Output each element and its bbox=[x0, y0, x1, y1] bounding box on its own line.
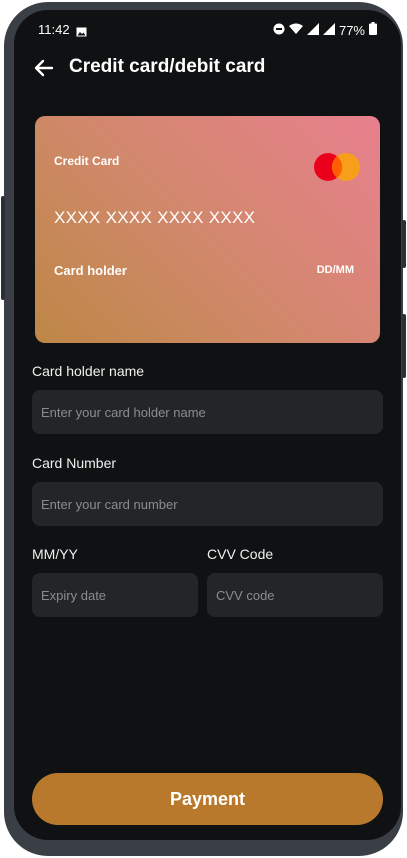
battery-icon bbox=[369, 22, 377, 38]
photo-icon bbox=[76, 24, 87, 42]
page-title: Credit card/debit card bbox=[69, 56, 266, 77]
wifi-icon bbox=[288, 23, 303, 38]
card-holder-name-label: Card holder name bbox=[32, 363, 145, 379]
phone-frame: 11:42 77% Credit card/debit card Credit … bbox=[1, 2, 406, 856]
app-screen: 11:42 77% Credit card/debit card Credit … bbox=[14, 10, 401, 840]
expiry-date-input[interactable] bbox=[32, 573, 198, 617]
card-preview: Credit Card XXXX XXXX XXXX XXXX Card hol… bbox=[35, 116, 380, 343]
card-number-display: XXXX XXXX XXXX XXXX bbox=[54, 208, 256, 227]
battery-level: 77% bbox=[338, 22, 365, 38]
card-holder-display: Card holder bbox=[54, 263, 127, 278]
card-number-input[interactable] bbox=[32, 482, 383, 526]
phone-side-button bbox=[402, 314, 406, 378]
cvv-code-input[interactable] bbox=[207, 573, 383, 617]
app-bar: Credit card/debit card bbox=[14, 50, 401, 86]
status-time: 11:42 bbox=[38, 22, 70, 37]
expiry-label: MM/YY bbox=[32, 546, 78, 562]
dnd-icon bbox=[273, 23, 285, 38]
phone-side-button bbox=[1, 196, 5, 300]
status-indicators: 77% bbox=[273, 22, 377, 38]
mastercard-logo-icon bbox=[312, 152, 362, 182]
card-number-label: Card Number bbox=[32, 455, 117, 471]
card-expiry-display: DD/MM bbox=[316, 264, 354, 276]
payment-button[interactable]: Payment bbox=[32, 773, 383, 825]
back-arrow-icon[interactable] bbox=[32, 56, 56, 80]
signal-icon bbox=[322, 22, 335, 38]
cvv-label: CVV Code bbox=[207, 546, 274, 562]
card-type-label: Credit Card bbox=[54, 154, 120, 168]
status-bar: 11:42 77% bbox=[14, 10, 401, 50]
signal-icon bbox=[306, 22, 319, 38]
phone-side-button bbox=[402, 220, 406, 268]
card-holder-name-input[interactable] bbox=[32, 390, 383, 434]
